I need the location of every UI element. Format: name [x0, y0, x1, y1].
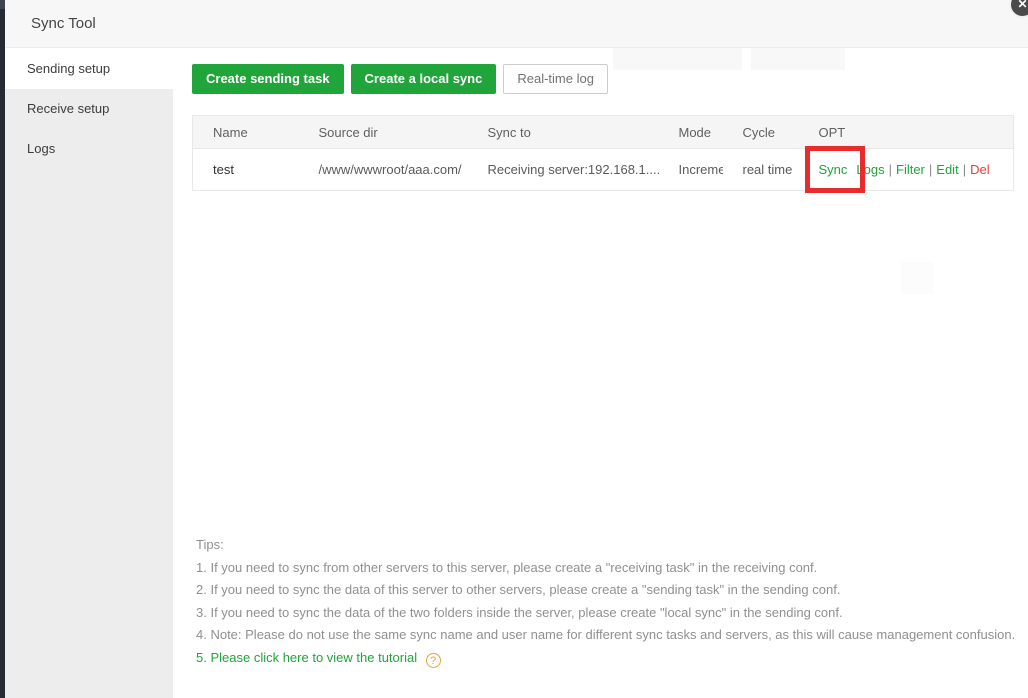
help-icon[interactable]: ?: [425, 652, 441, 668]
toolbar: Create sending task Create a local sync …: [192, 64, 608, 94]
page-title: Sync Tool: [31, 15, 96, 32]
dialog-header: Sync Tool: [5, 0, 1028, 48]
ghost-artifact: [613, 47, 742, 70]
cell-mode: Increment: [658, 148, 723, 191]
column-header-opt: OPT: [798, 115, 1014, 149]
cell-sync-to: Receiving server:192.168.1....: [467, 148, 659, 191]
ghost-artifact: [751, 47, 845, 70]
create-sending-task-button[interactable]: Create sending task: [192, 64, 344, 94]
create-local-sync-button[interactable]: Create a local sync: [350, 64, 497, 94]
sync-task-table: Name Source dir Sync to Mode Cycle OPT t…: [192, 115, 1014, 191]
sidebar: Sending setup Receive setup Logs: [5, 49, 173, 698]
sidebar-item-logs[interactable]: Logs: [5, 129, 173, 169]
cell-cycle: real time: [722, 148, 799, 191]
sidebar-item-receive-setup[interactable]: Receive setup: [5, 89, 173, 129]
tip-line-1: 1. If you need to sync from other server…: [196, 559, 818, 575]
tip-line-3: 3. If you need to sync the data of the t…: [196, 604, 843, 620]
tips-section: Tips: 1. If you need to sync from other …: [196, 534, 1026, 669]
column-header-cycle: Cycle: [722, 115, 799, 149]
sync-action-link[interactable]: Sync: [819, 162, 848, 177]
cell-task-name: test: [192, 148, 299, 191]
sidebar-item-sending-setup[interactable]: Sending setup: [5, 49, 173, 89]
delete-action-link[interactable]: Del: [970, 162, 990, 177]
column-header-sync-to: Sync to: [467, 115, 659, 149]
ghost-artifact: [901, 262, 933, 294]
column-header-mode: Mode: [658, 115, 723, 149]
tip-line-2: 2. If you need to sync the data of this …: [196, 582, 841, 597]
tip-line-4: 4. Note: Please do not use the same sync…: [196, 627, 1016, 642]
edit-action-link[interactable]: Edit: [936, 162, 958, 177]
column-header-source-dir: Source dir: [298, 115, 468, 149]
action-separator: |: [888, 162, 892, 177]
table-header-row: Name Source dir Sync to Mode Cycle OPT: [192, 115, 1014, 149]
action-separator: |: [928, 162, 933, 177]
realtime-log-button[interactable]: Real-time log: [503, 64, 608, 94]
cell-actions: Sync Logs | Filter | Edit | Del: [798, 148, 1014, 191]
filter-action-link[interactable]: Filter: [896, 162, 925, 177]
tips-heading: Tips:: [196, 537, 224, 552]
tutorial-link[interactable]: 5. Please click here to view the tutoria…: [196, 650, 417, 665]
action-separator: |: [962, 162, 967, 177]
logs-action-link[interactable]: Logs: [856, 162, 884, 177]
table-row: test /www/wwwroot/aaa.com/ Receiving ser…: [192, 148, 1014, 191]
cell-source-dir: /www/wwwroot/aaa.com/: [298, 148, 468, 191]
sync-tool-window: Sync Tool ✕ Sending setup Receive setup …: [0, 0, 1028, 698]
column-header-name: Name: [192, 115, 299, 149]
